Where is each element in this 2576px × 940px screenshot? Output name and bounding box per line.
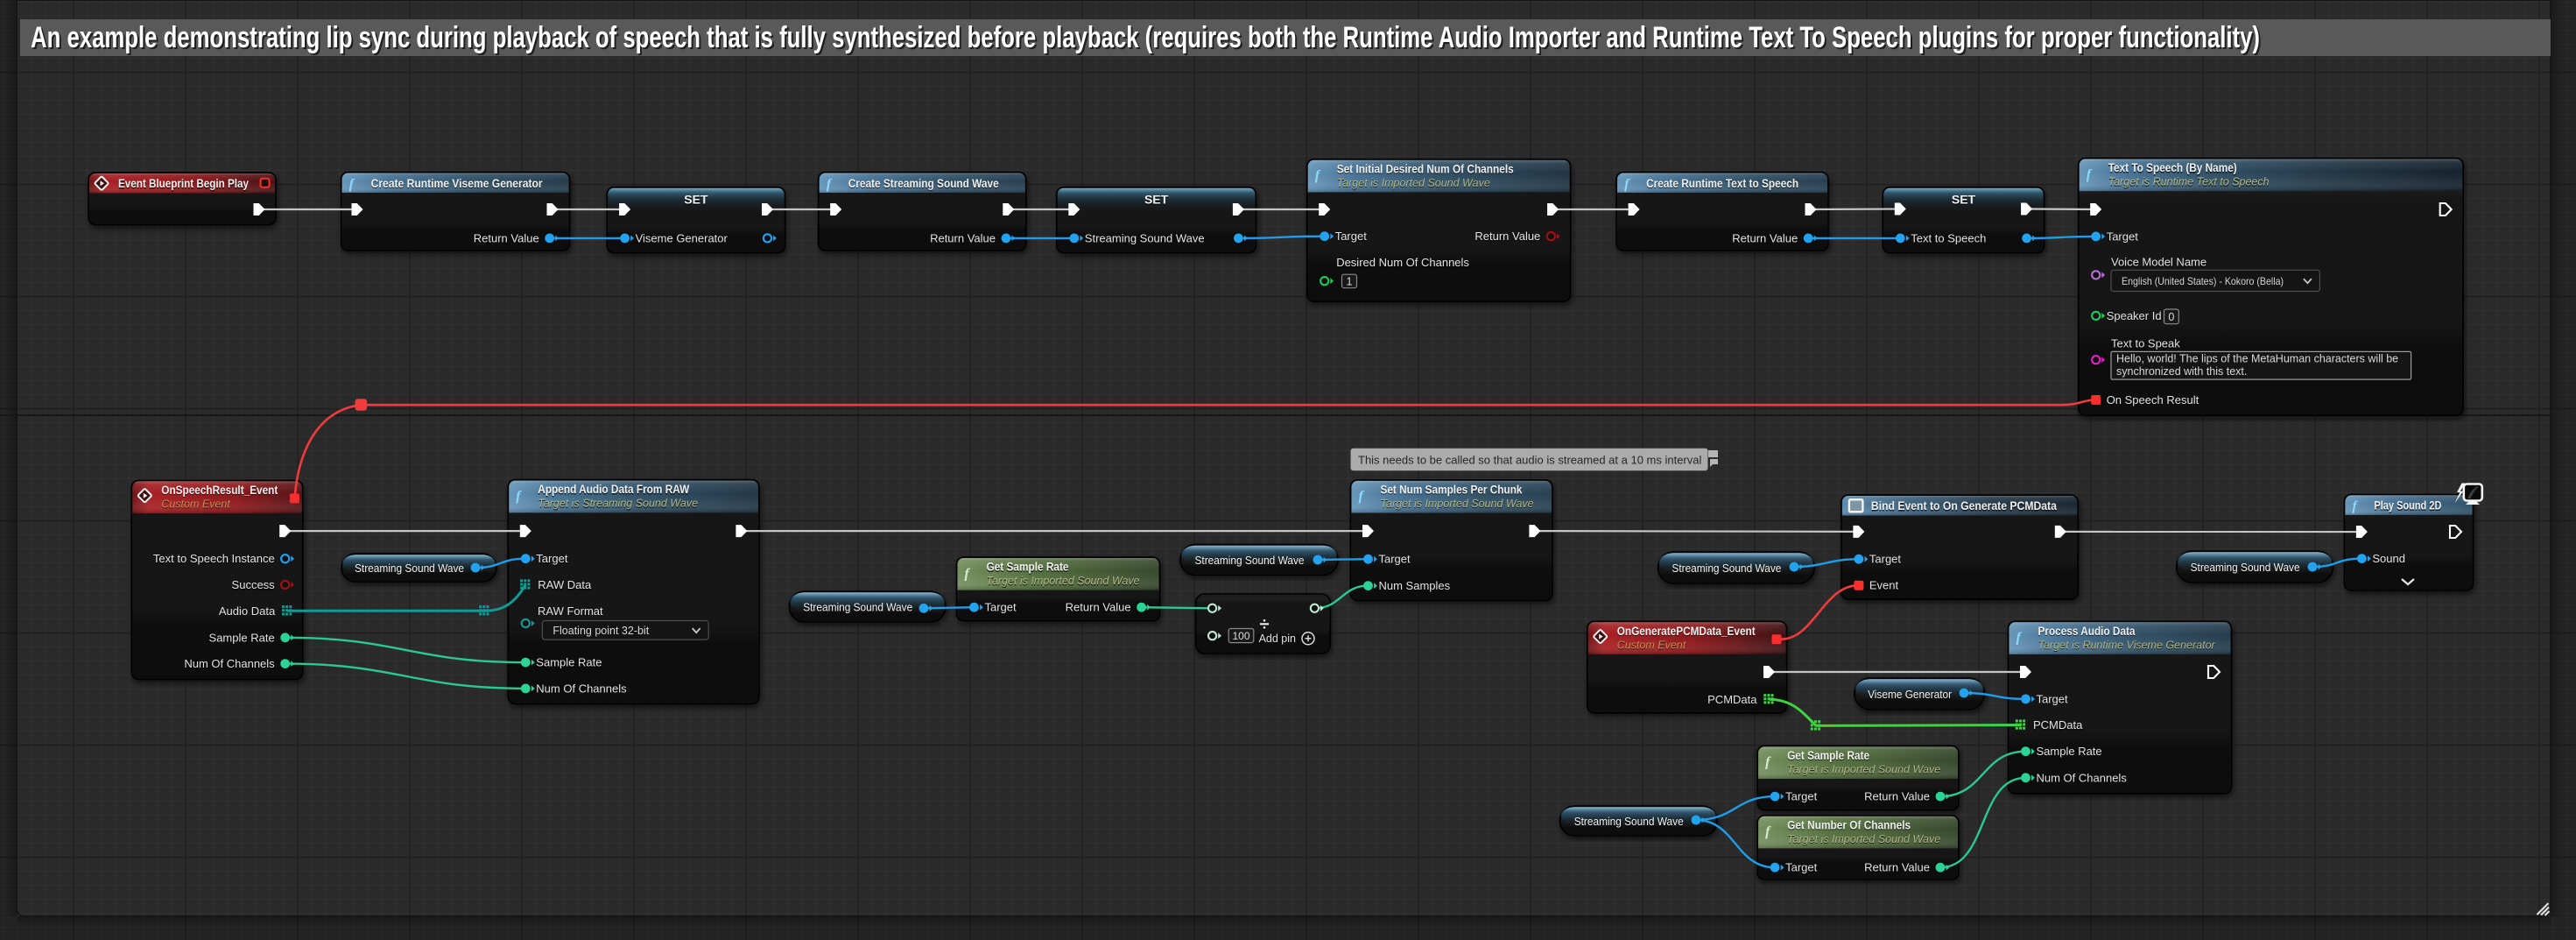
- svg-text:synchronized with this text.: synchronized with this text.: [2116, 365, 2247, 378]
- svg-text:OnGeneratePCMData_Event: OnGeneratePCMData_Event: [1617, 624, 1756, 638]
- svg-text:Target is Runtime Text to Spee: Target is Runtime Text to Speech: [2108, 176, 2270, 188]
- svg-text:Return Value: Return Value: [1066, 601, 1131, 614]
- svg-text:Desired Num Of Channels: Desired Num Of Channels: [1336, 256, 1469, 269]
- svg-text:Viseme Generator: Viseme Generator: [1868, 688, 1953, 701]
- svg-text:Add pin: Add pin: [1259, 633, 1296, 645]
- svg-text:Target: Target: [985, 601, 1017, 614]
- svg-text:Set Initial Desired Num Of Cha: Set Initial Desired Num Of Channels: [1337, 161, 1514, 175]
- svg-text:Target: Target: [2037, 692, 2069, 705]
- svg-text:Streaming Sound Wave: Streaming Sound Wave: [355, 562, 464, 575]
- svg-text:1: 1: [1347, 275, 1353, 287]
- svg-text:Target is Imported Sound Wave: Target is Imported Sound Wave: [1381, 498, 1534, 510]
- svg-text:÷: ÷: [1260, 615, 1270, 634]
- svg-text:Target is Imported Sound Wave: Target is Imported Sound Wave: [987, 575, 1140, 587]
- svg-text:Target: Target: [536, 552, 568, 565]
- svg-text:Set Num Samples Per Chunk: Set Num Samples Per Chunk: [1381, 482, 1523, 496]
- svg-text:Create Runtime Viseme Generato: Create Runtime Viseme Generator: [371, 176, 543, 190]
- svg-text:Get Number Of Channels: Get Number Of Channels: [1787, 817, 1911, 831]
- svg-text:Target is Streaming Sound Wave: Target is Streaming Sound Wave: [538, 498, 698, 510]
- svg-text:Target: Target: [2107, 230, 2139, 243]
- svg-text:Text to Speech: Text to Speech: [1911, 231, 1986, 244]
- svg-text:Num Of Channels: Num Of Channels: [536, 682, 627, 695]
- svg-text:Play Sound 2D: Play Sound 2D: [2374, 498, 2441, 512]
- svg-text:Text to Speak: Text to Speak: [2111, 337, 2180, 350]
- svg-text:Voice Model Name: Voice Model Name: [2111, 256, 2206, 269]
- svg-text:Target: Target: [1785, 861, 1818, 874]
- svg-text:Text to Speech Instance: Text to Speech Instance: [153, 552, 275, 565]
- svg-text:Target: Target: [1335, 230, 1368, 243]
- svg-text:Append Audio Data From RAW: Append Audio Data From RAW: [538, 482, 690, 496]
- svg-text:Num Samples: Num Samples: [1379, 579, 1451, 592]
- svg-text:Sample Rate: Sample Rate: [536, 656, 602, 669]
- svg-text:PCMData: PCMData: [2033, 718, 2083, 732]
- svg-text:100: 100: [1232, 630, 1249, 642]
- svg-text:Success: Success: [232, 578, 276, 591]
- svg-text:Sample Rate: Sample Rate: [2037, 745, 2102, 758]
- svg-text:Target is Imported Sound Wave: Target is Imported Sound Wave: [1337, 177, 1490, 189]
- svg-text:Audio Data: Audio Data: [219, 604, 276, 618]
- svg-text:Streaming Sound Wave: Streaming Sound Wave: [1574, 815, 1684, 828]
- svg-text:Hello, world! The lips of the: Hello, world! The lips of the MetaHuman …: [2116, 353, 2398, 365]
- svg-text:Target is Imported Sound Wave: Target is Imported Sound Wave: [1787, 763, 1940, 775]
- svg-text:Floating point 32-bit: Floating point 32-bit: [553, 625, 649, 637]
- svg-text:0: 0: [2168, 311, 2174, 323]
- svg-text:Custom Event: Custom Event: [1617, 639, 1686, 651]
- svg-text:Num Of Channels: Num Of Channels: [2037, 771, 2128, 784]
- svg-text:Return Value: Return Value: [1475, 230, 1540, 243]
- svg-text:Get Sample Rate: Get Sample Rate: [987, 560, 1069, 574]
- svg-text:Custom Event: Custom Event: [161, 498, 230, 510]
- svg-text:Return Value: Return Value: [1732, 231, 1798, 244]
- svg-text:SET: SET: [1952, 193, 1976, 207]
- svg-text:Create Streaming Sound Wave: Create Streaming Sound Wave: [848, 176, 999, 190]
- svg-text:OnSpeechResult_Event: OnSpeechResult_Event: [161, 483, 278, 497]
- svg-text:RAW Data: RAW Data: [538, 578, 592, 591]
- svg-text:Streaming Sound Wave: Streaming Sound Wave: [1195, 554, 1305, 567]
- svg-text:Return Value: Return Value: [1864, 790, 1930, 803]
- svg-text:RAW Format: RAW Format: [538, 604, 603, 618]
- svg-text:Sample Rate: Sample Rate: [209, 631, 275, 644]
- svg-text:An example demonstrating lip s: An example demonstrating lip sync during…: [31, 20, 2260, 53]
- svg-text:Target: Target: [1785, 790, 1818, 803]
- svg-text:Get Sample Rate: Get Sample Rate: [1787, 748, 1869, 762]
- svg-text:Target is Runtime Viseme Gener: Target is Runtime Viseme Generator: [2038, 639, 2216, 651]
- svg-text:Text To Speech (By Name): Text To Speech (By Name): [2108, 160, 2237, 174]
- svg-text:Event: Event: [1869, 579, 1899, 592]
- svg-text:Return Value: Return Value: [474, 231, 539, 244]
- svg-text:English (United States) - Koko: English (United States) - Kokoro (Bella): [2122, 275, 2284, 287]
- svg-text:Return Value: Return Value: [1864, 861, 1930, 874]
- svg-text:Target is Imported Sound Wave: Target is Imported Sound Wave: [1787, 833, 1940, 845]
- svg-text:Num Of Channels: Num Of Channels: [184, 657, 275, 670]
- svg-text:Return Value: Return Value: [930, 231, 996, 244]
- svg-text:Create Runtime Text to Speech: Create Runtime Text to Speech: [1646, 176, 1798, 190]
- svg-text:Target: Target: [1869, 553, 1902, 566]
- svg-text:SET: SET: [684, 193, 708, 207]
- svg-text:Sound: Sound: [2372, 552, 2405, 565]
- svg-text:Streaming Sound Wave: Streaming Sound Wave: [2191, 561, 2300, 574]
- svg-text:Viseme Generator: Viseme Generator: [636, 231, 728, 244]
- svg-text:Speaker Id: Speaker Id: [2107, 309, 2162, 322]
- svg-text:Bind Event to On Generate PCMD: Bind Event to On Generate PCMData: [1871, 498, 2057, 512]
- svg-text:Target: Target: [1379, 553, 1411, 566]
- svg-text:Process Audio Data: Process Audio Data: [2038, 624, 2136, 638]
- svg-text:Event Blueprint Begin Play: Event Blueprint Begin Play: [118, 176, 249, 190]
- svg-text:SET: SET: [1144, 193, 1169, 207]
- svg-text:Streaming Sound Wave: Streaming Sound Wave: [1085, 231, 1205, 244]
- svg-text:On Speech Result: On Speech Result: [2107, 393, 2199, 406]
- svg-text:PCMData: PCMData: [1707, 693, 1757, 706]
- svg-text:This needs to be called so tha: This needs to be called so that audio is…: [1358, 453, 1701, 466]
- svg-text:Streaming Sound Wave: Streaming Sound Wave: [803, 601, 912, 614]
- svg-text:Streaming Sound Wave: Streaming Sound Wave: [1672, 562, 1781, 575]
